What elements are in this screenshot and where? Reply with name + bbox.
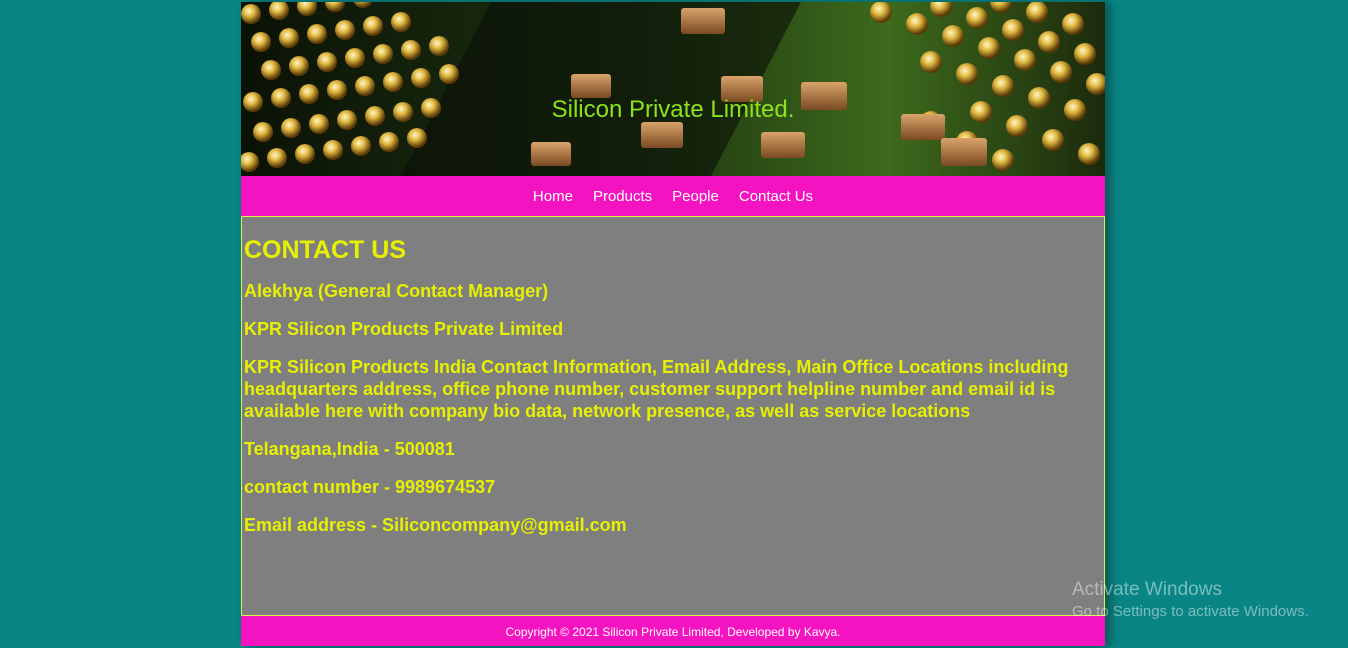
contact-manager: Alekhya (General Contact Manager) (244, 281, 549, 301)
banner-title: Silicon Private Limited. (551, 96, 795, 123)
contact-content: CONTACT US Alekhya (General Contact Mana… (241, 216, 1105, 616)
nav-link-home[interactable]: Home (523, 188, 583, 205)
watermark-subtitle: Go to Settings to activate Windows. (1072, 603, 1309, 620)
email-text: Email address - Siliconcompany@gmail.com (244, 515, 627, 535)
circuit-board-image (241, 2, 1105, 176)
header-banner: Silicon Private Limited. (241, 2, 1105, 176)
page-container: Silicon Private Limited. Home Products P… (241, 2, 1105, 646)
footer: Copyright © 2021 Silicon Private Limited… (241, 616, 1105, 646)
nav-link-people[interactable]: People (662, 188, 729, 205)
company-name: KPR Silicon Products Private Limited (244, 319, 564, 339)
phone-text: contact number - 9989674537 (244, 477, 496, 497)
nav-link-contact-us[interactable]: Contact Us (729, 188, 823, 205)
watermark-title: Activate Windows (1072, 579, 1222, 600)
windows-activation-watermark: Activate Windows Go to Settings to activ… (1072, 579, 1309, 620)
company-description: KPR Silicon Products India Contact Infor… (244, 357, 1069, 421)
nav-link-products[interactable]: Products (583, 188, 662, 205)
nav-bar: Home Products People Contact Us (241, 176, 1105, 216)
copyright-text: Copyright © 2021 Silicon Private Limited… (505, 625, 841, 639)
address-text: Telangana,India - 500081 (244, 439, 455, 459)
page-title: CONTACT US (244, 236, 407, 264)
